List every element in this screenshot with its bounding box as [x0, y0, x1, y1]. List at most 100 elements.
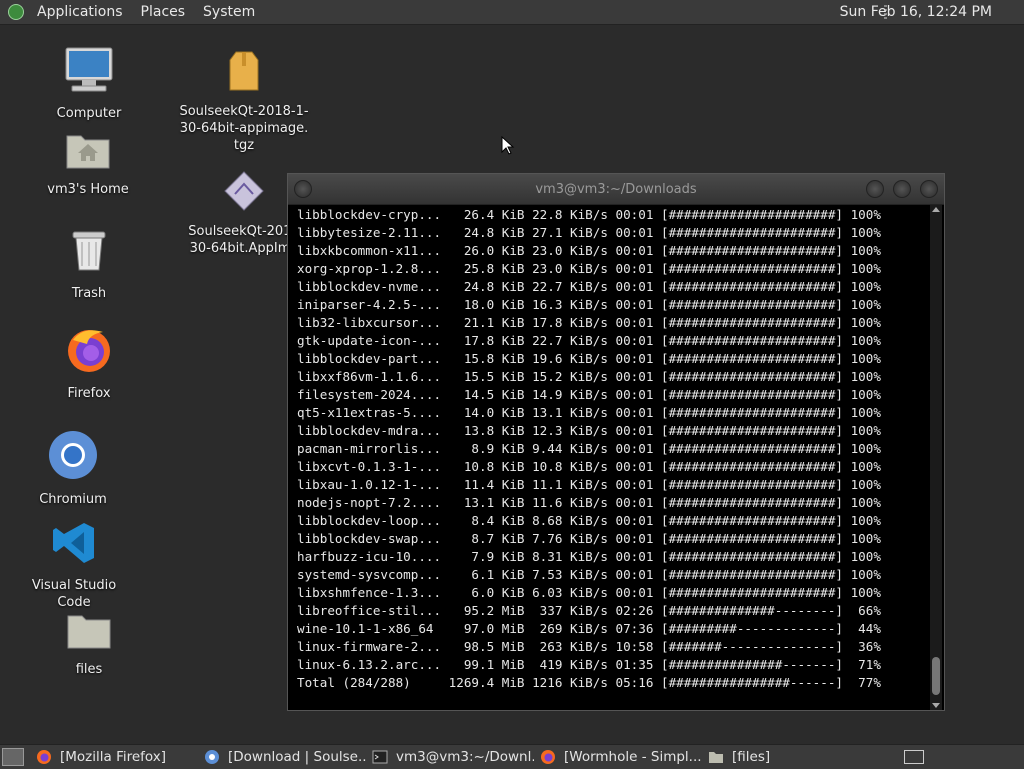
distro-logo-icon[interactable] [8, 4, 24, 20]
progress-percent: 77% [850, 675, 881, 690]
task-chromium[interactable]: [Download | Soulse... [198, 745, 366, 769]
progress-bar: [######################] [661, 459, 843, 474]
progress-percent: 100% [850, 495, 881, 510]
progress-bar: [######################] [661, 513, 843, 528]
task-label: [Wormhole - Simpl... [564, 749, 702, 765]
firefox-icon [541, 750, 555, 764]
package-name: gtk-update-icon-... [297, 333, 442, 348]
download-speed: 8.68 KiB/s [532, 513, 608, 528]
download-time: 00:01 [615, 351, 654, 366]
progress-percent: 100% [850, 333, 881, 348]
desktop-icon-label: Visual Studio Code [31, 578, 117, 610]
download-speed: 10.8 KiB/s [532, 459, 608, 474]
package-size: 18.0 KiB [448, 297, 525, 312]
progress-bar: [######################] [661, 531, 843, 546]
package-size: 13.8 KiB [448, 423, 525, 438]
scroll-down-icon[interactable] [932, 703, 940, 708]
progress-bar: [######################] [661, 477, 843, 492]
chromium-icon [49, 431, 97, 479]
download-time: 00:01 [615, 513, 654, 528]
terminal-row: systemd-sysvcomp... 6.1 KiB 7.53 KiB/s 0… [297, 566, 927, 584]
download-speed: 27.1 KiB/s [532, 225, 608, 240]
desktop-icon-soulseek-tgz[interactable]: SoulseekQt-2018-1- 30-64bit-appimage. tg… [178, 50, 310, 154]
desktop-icon-label: Trash [71, 286, 107, 301]
progress-percent: 100% [850, 531, 881, 546]
applications-menu[interactable]: Applications [28, 4, 132, 20]
minimize-button[interactable] [866, 180, 884, 198]
progress-percent: 100% [850, 585, 881, 600]
desktop-icon-chromium[interactable]: Chromium [28, 430, 118, 508]
progress-bar: [######################] [661, 207, 843, 222]
progress-bar: [######################] [661, 405, 843, 420]
progress-percent: 100% [850, 513, 881, 528]
progress-percent: 100% [850, 243, 881, 258]
terminal-row: libblockdev-cryp... 26.4 KiB 22.8 KiB/s … [297, 206, 927, 224]
progress-percent: 100% [850, 207, 881, 222]
package-size: 99.1 MiB [448, 657, 525, 672]
desktop-icon-trash[interactable]: Trash [44, 228, 134, 302]
desktop-icon-home[interactable]: vm3's Home [40, 128, 136, 198]
package-size: 6.1 KiB [448, 567, 525, 582]
package-name: nodejs-nopt-7.2.... [297, 495, 442, 510]
terminal-output[interactable]: libblockdev-cryp... 26.4 KiB 22.8 KiB/s … [297, 206, 927, 706]
window-menu-button[interactable] [294, 180, 312, 198]
package-size: 1269.4 MiB [448, 675, 525, 690]
package-name: libblockdev-loop... [297, 513, 442, 528]
terminal-row: linux-firmware-2... 98.5 MiB 263 KiB/s 1… [297, 638, 927, 656]
window-titlebar[interactable]: vm3@vm3:~/Downloads [288, 174, 944, 205]
progress-bar: [######################] [661, 297, 843, 312]
desktop-icon-firefox[interactable]: Firefox [44, 326, 134, 402]
terminal-row: lib32-libxcursor... 21.1 KiB 17.8 KiB/s … [297, 314, 927, 332]
package-size: 15.8 KiB [448, 351, 525, 366]
desktop-icon-files[interactable]: files [44, 608, 134, 678]
show-desktop-button[interactable] [2, 748, 24, 766]
maximize-button[interactable] [893, 180, 911, 198]
task-firefox[interactable]: [Mozilla Firefox] [30, 745, 198, 769]
close-button[interactable] [920, 180, 938, 198]
clock[interactable]: Sun Feb 16, 12:24 PM [840, 4, 992, 20]
package-name: libblockdev-part... [297, 351, 442, 366]
progress-bar: [######################] [661, 351, 843, 366]
progress-percent: 100% [850, 297, 881, 312]
appimage-icon [224, 171, 264, 211]
download-speed: 7.76 KiB/s [532, 531, 608, 546]
terminal-window[interactable]: vm3@vm3:~/Downloads libblockdev-cryp... … [287, 173, 945, 711]
package-size: 97.0 MiB [448, 621, 525, 636]
package-size: 98.5 MiB [448, 639, 525, 654]
window-title: vm3@vm3:~/Downloads [535, 181, 697, 197]
download-time: 00:01 [615, 531, 654, 546]
places-menu[interactable]: Places [132, 4, 195, 20]
desktop-icon-computer[interactable]: Computer [44, 46, 134, 122]
download-time: 00:01 [615, 243, 654, 258]
scrollbar[interactable] [930, 205, 942, 710]
workspace-switcher[interactable] [904, 750, 924, 764]
package-name: libxkbcommon-x11... [297, 243, 442, 258]
mouse-cursor-icon [501, 136, 515, 155]
terminal-row: xorg-xprop-1.2.8... 25.8 KiB 23.0 KiB/s … [297, 260, 927, 278]
terminal-row: libblockdev-part... 15.8 KiB 19.6 KiB/s … [297, 350, 927, 368]
download-time: 00:01 [615, 405, 654, 420]
package-name: pacman-mirrorlis... [297, 441, 442, 456]
top-panel: Applications Places System Sun Feb 16, 1… [0, 0, 1024, 25]
progress-percent: 100% [850, 279, 881, 294]
progress-percent: 100% [850, 351, 881, 366]
scrollbar-thumb[interactable] [932, 657, 940, 695]
task-files[interactable]: [files] [702, 745, 852, 769]
package-name: iniparser-4.2.5-... [297, 297, 442, 312]
download-time: 01:35 [615, 657, 654, 672]
package-size: 26.0 KiB [448, 243, 525, 258]
download-speed: 9.44 KiB/s [532, 441, 608, 456]
desktop-icon-vscode[interactable]: Visual Studio Code [14, 520, 134, 611]
terminal-row: linux-6.13.2.arc... 99.1 MiB 419 KiB/s 0… [297, 656, 927, 674]
scroll-up-icon[interactable] [932, 207, 940, 212]
main-menu: Applications Places System [0, 4, 264, 20]
download-time: 00:01 [615, 207, 654, 222]
package-size: 24.8 KiB [448, 279, 525, 294]
task-terminal[interactable]: vm3@vm3:~/Downl... [366, 745, 534, 769]
progress-percent: 100% [850, 423, 881, 438]
progress-percent: 100% [850, 549, 881, 564]
system-menu[interactable]: System [194, 4, 264, 20]
task-wormhole[interactable]: [Wormhole - Simpl... [534, 745, 702, 769]
terminal-row: libblockdev-nvme... 24.8 KiB 22.7 KiB/s … [297, 278, 927, 296]
download-speed: 16.3 KiB/s [532, 297, 608, 312]
